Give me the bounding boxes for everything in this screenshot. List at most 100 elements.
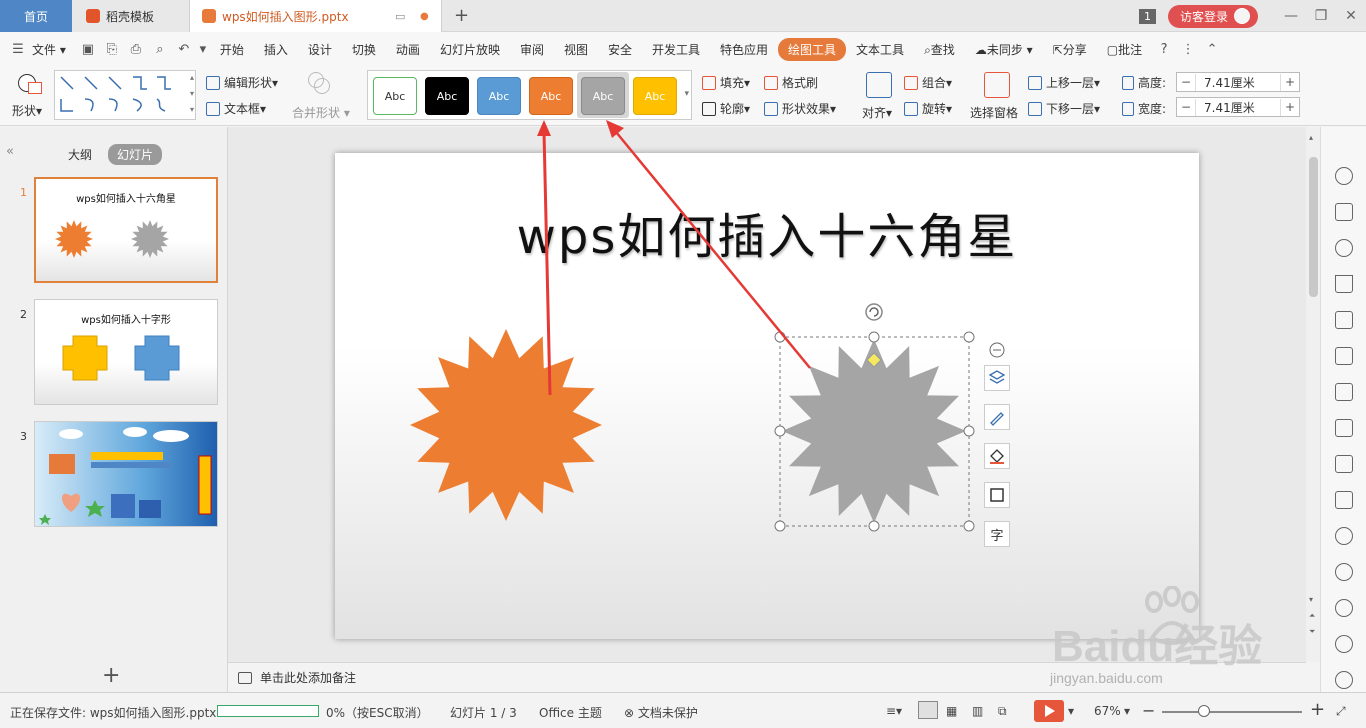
menu-review[interactable]: 审阅 (510, 41, 554, 58)
notes-toggle-icon[interactable]: ≡▾ (886, 704, 902, 718)
tab-outline[interactable]: 大纲 (68, 146, 92, 163)
menu-view[interactable]: 视图 (554, 41, 598, 58)
shape-button[interactable] (14, 70, 50, 98)
outline-frame-icon[interactable] (984, 482, 1010, 508)
slide-thumbnail-2[interactable]: wps如何插入十字形 (34, 299, 218, 405)
zoom-out-button[interactable]: − (1142, 701, 1155, 720)
audio-icon[interactable] (1335, 527, 1353, 545)
print-preview-icon[interactable]: ⌕ (148, 42, 172, 57)
menu-insert[interactable]: 插入 (254, 41, 298, 58)
shape-label[interactable]: 形状 ▾ (12, 102, 42, 119)
height-stepper[interactable]: − 7.41厘米 + (1176, 72, 1300, 92)
bring-forward-button[interactable]: 上移一层 ▾ (1028, 74, 1100, 91)
tab-slides[interactable]: 幻灯片 (108, 144, 163, 165)
width-stepper[interactable]: − 7.41厘米 + (1176, 97, 1300, 117)
width-decrease-button[interactable]: − (1177, 100, 1195, 114)
help-icon[interactable]: ? (1152, 42, 1176, 57)
collapse-tools-icon[interactable] (986, 339, 1008, 361)
save-progress-text[interactable]: 0%（按ESC取消） (326, 704, 429, 721)
shapes-panel-icon[interactable] (1335, 239, 1353, 257)
slide-title[interactable]: wps如何插入十六角星 (335, 197, 1199, 267)
menu-features[interactable]: 特色应用 (710, 41, 778, 58)
style-swatch-white[interactable]: Abc (373, 77, 417, 115)
play-dropdown-icon[interactable]: ▾ (1068, 704, 1074, 718)
menu-drawing-tools[interactable]: 绘图工具 (778, 37, 847, 61)
fill-button[interactable]: 填充 ▾ (702, 74, 750, 91)
zoom-slider-knob[interactable] (1198, 705, 1210, 717)
shape-effect-button[interactable]: 形状效果 ▾ (764, 100, 836, 117)
grid-icon[interactable] (1335, 311, 1353, 329)
gallery-down-icon[interactable]: ▾ (190, 89, 194, 98)
height-decrease-button[interactable]: − (1177, 75, 1195, 89)
restore-icon[interactable]: ❐ (1306, 8, 1336, 24)
menu-transition[interactable]: 切换 (342, 41, 386, 58)
theme-name[interactable]: Office 主题 (539, 704, 602, 721)
undo-icon[interactable]: ↶ (172, 42, 196, 57)
menu-security[interactable]: 安全 (598, 41, 642, 58)
add-tab-button[interactable]: + (454, 5, 469, 26)
style-swatch-blue[interactable]: Abc (477, 77, 521, 115)
guest-login-button[interactable]: 访客登录 (1167, 4, 1258, 28)
share-button[interactable]: ⇱分享 (1043, 41, 1097, 58)
tab-home[interactable]: 首页 (0, 0, 72, 32)
selection-pane-button[interactable]: 选择窗格 (970, 70, 1022, 120)
export-share-icon[interactable] (1335, 455, 1353, 473)
text-wrap-icon[interactable]: 字 (984, 521, 1010, 547)
play-slideshow-button[interactable] (1034, 700, 1064, 722)
screen-icon[interactable]: ▭ (395, 10, 405, 23)
slide-thumbnail-1[interactable]: wps如何插入十六角星 (34, 177, 218, 283)
fill-icon[interactable] (984, 443, 1010, 469)
star-icon[interactable] (1335, 167, 1353, 185)
search-menu[interactable]: ⌕查找 (914, 41, 965, 58)
notes-placeholder[interactable]: 单击此处添加备注 (260, 669, 356, 686)
style-swatch-gray[interactable]: Abc (581, 77, 625, 115)
zoom-dropdown-icon[interactable]: ▾ (1124, 704, 1130, 718)
collapse-panel-icon[interactable]: « (6, 144, 14, 159)
triangle-icon[interactable] (1335, 275, 1353, 293)
collapse-ribbon-icon[interactable]: ⌃ (1200, 42, 1224, 57)
scrollbar-thumb[interactable] (1309, 157, 1318, 297)
print-icon[interactable]: ⎙ (124, 42, 148, 57)
line-shape-gallery[interactable]: ▴ ▾ ▾ (54, 70, 196, 120)
merge-shape-button[interactable]: 合并形状 ▾ (292, 70, 350, 120)
pen-icon[interactable] (984, 404, 1010, 430)
align-button[interactable]: 对齐▾ (862, 70, 892, 120)
group-button[interactable]: 组合 ▾ (904, 74, 952, 91)
menu-animation[interactable]: 动画 (386, 41, 430, 58)
document-icon[interactable] (1335, 419, 1353, 437)
width-value[interactable]: 7.41厘米 (1195, 98, 1281, 116)
image-icon[interactable] (1335, 491, 1353, 509)
tab-document[interactable]: wps如何插入图形.pptx ▭ ● (190, 0, 442, 32)
gallery-expand-icon[interactable]: ▾ (190, 105, 194, 114)
style-swatch-black[interactable]: Abc (425, 77, 469, 115)
menu-developer[interactable]: 开发工具 (642, 41, 710, 58)
close-icon[interactable]: ✕ (1336, 8, 1366, 24)
format-painter-button[interactable]: 格式刷 (764, 74, 818, 91)
more-icon[interactable]: ⋮ (1176, 42, 1200, 57)
copy-icon[interactable] (1335, 203, 1353, 221)
chart-icon[interactable] (1335, 347, 1353, 365)
window-count-badge[interactable]: 1 (1138, 8, 1156, 24)
outline-button[interactable]: 轮廓 ▾ (702, 100, 750, 117)
export-icon[interactable]: ⎘ (100, 42, 124, 57)
reading-view-icon[interactable]: ▥ (972, 704, 983, 718)
vertical-scrollbar[interactable]: ▴ ▾ ⏶ ⏷ (1306, 127, 1320, 662)
style-swatch-yellow[interactable]: Abc (633, 77, 677, 115)
scroll-up-icon[interactable]: ▴ (1309, 133, 1313, 142)
menu-design[interactable]: 设计 (298, 41, 342, 58)
menu-slideshow[interactable]: 幻灯片放映 (430, 41, 510, 58)
tab-docer-templates[interactable]: 稻壳模板 (72, 0, 190, 32)
zoom-in-button[interactable]: + (1310, 699, 1325, 720)
sync-status[interactable]: ☁未同步 ▾ (965, 41, 1043, 58)
presenter-view-icon[interactable]: ⧉ (998, 704, 1007, 719)
menu-text-tools[interactable]: 文本工具 (846, 41, 914, 58)
height-increase-button[interactable]: + (1281, 75, 1299, 89)
menu-start[interactable]: 开始 (210, 41, 254, 58)
height-value[interactable]: 7.41厘米 (1195, 73, 1281, 91)
fit-window-icon[interactable]: ⤢ (1336, 704, 1346, 719)
save-icon[interactable]: ▣ (76, 42, 100, 57)
zoom-level[interactable]: 67% (1094, 704, 1121, 718)
settings-sliders-icon[interactable] (1335, 383, 1353, 401)
style-gallery-expand-icon[interactable]: ▾ (684, 89, 689, 99)
zoom-slider[interactable] (1162, 705, 1302, 717)
